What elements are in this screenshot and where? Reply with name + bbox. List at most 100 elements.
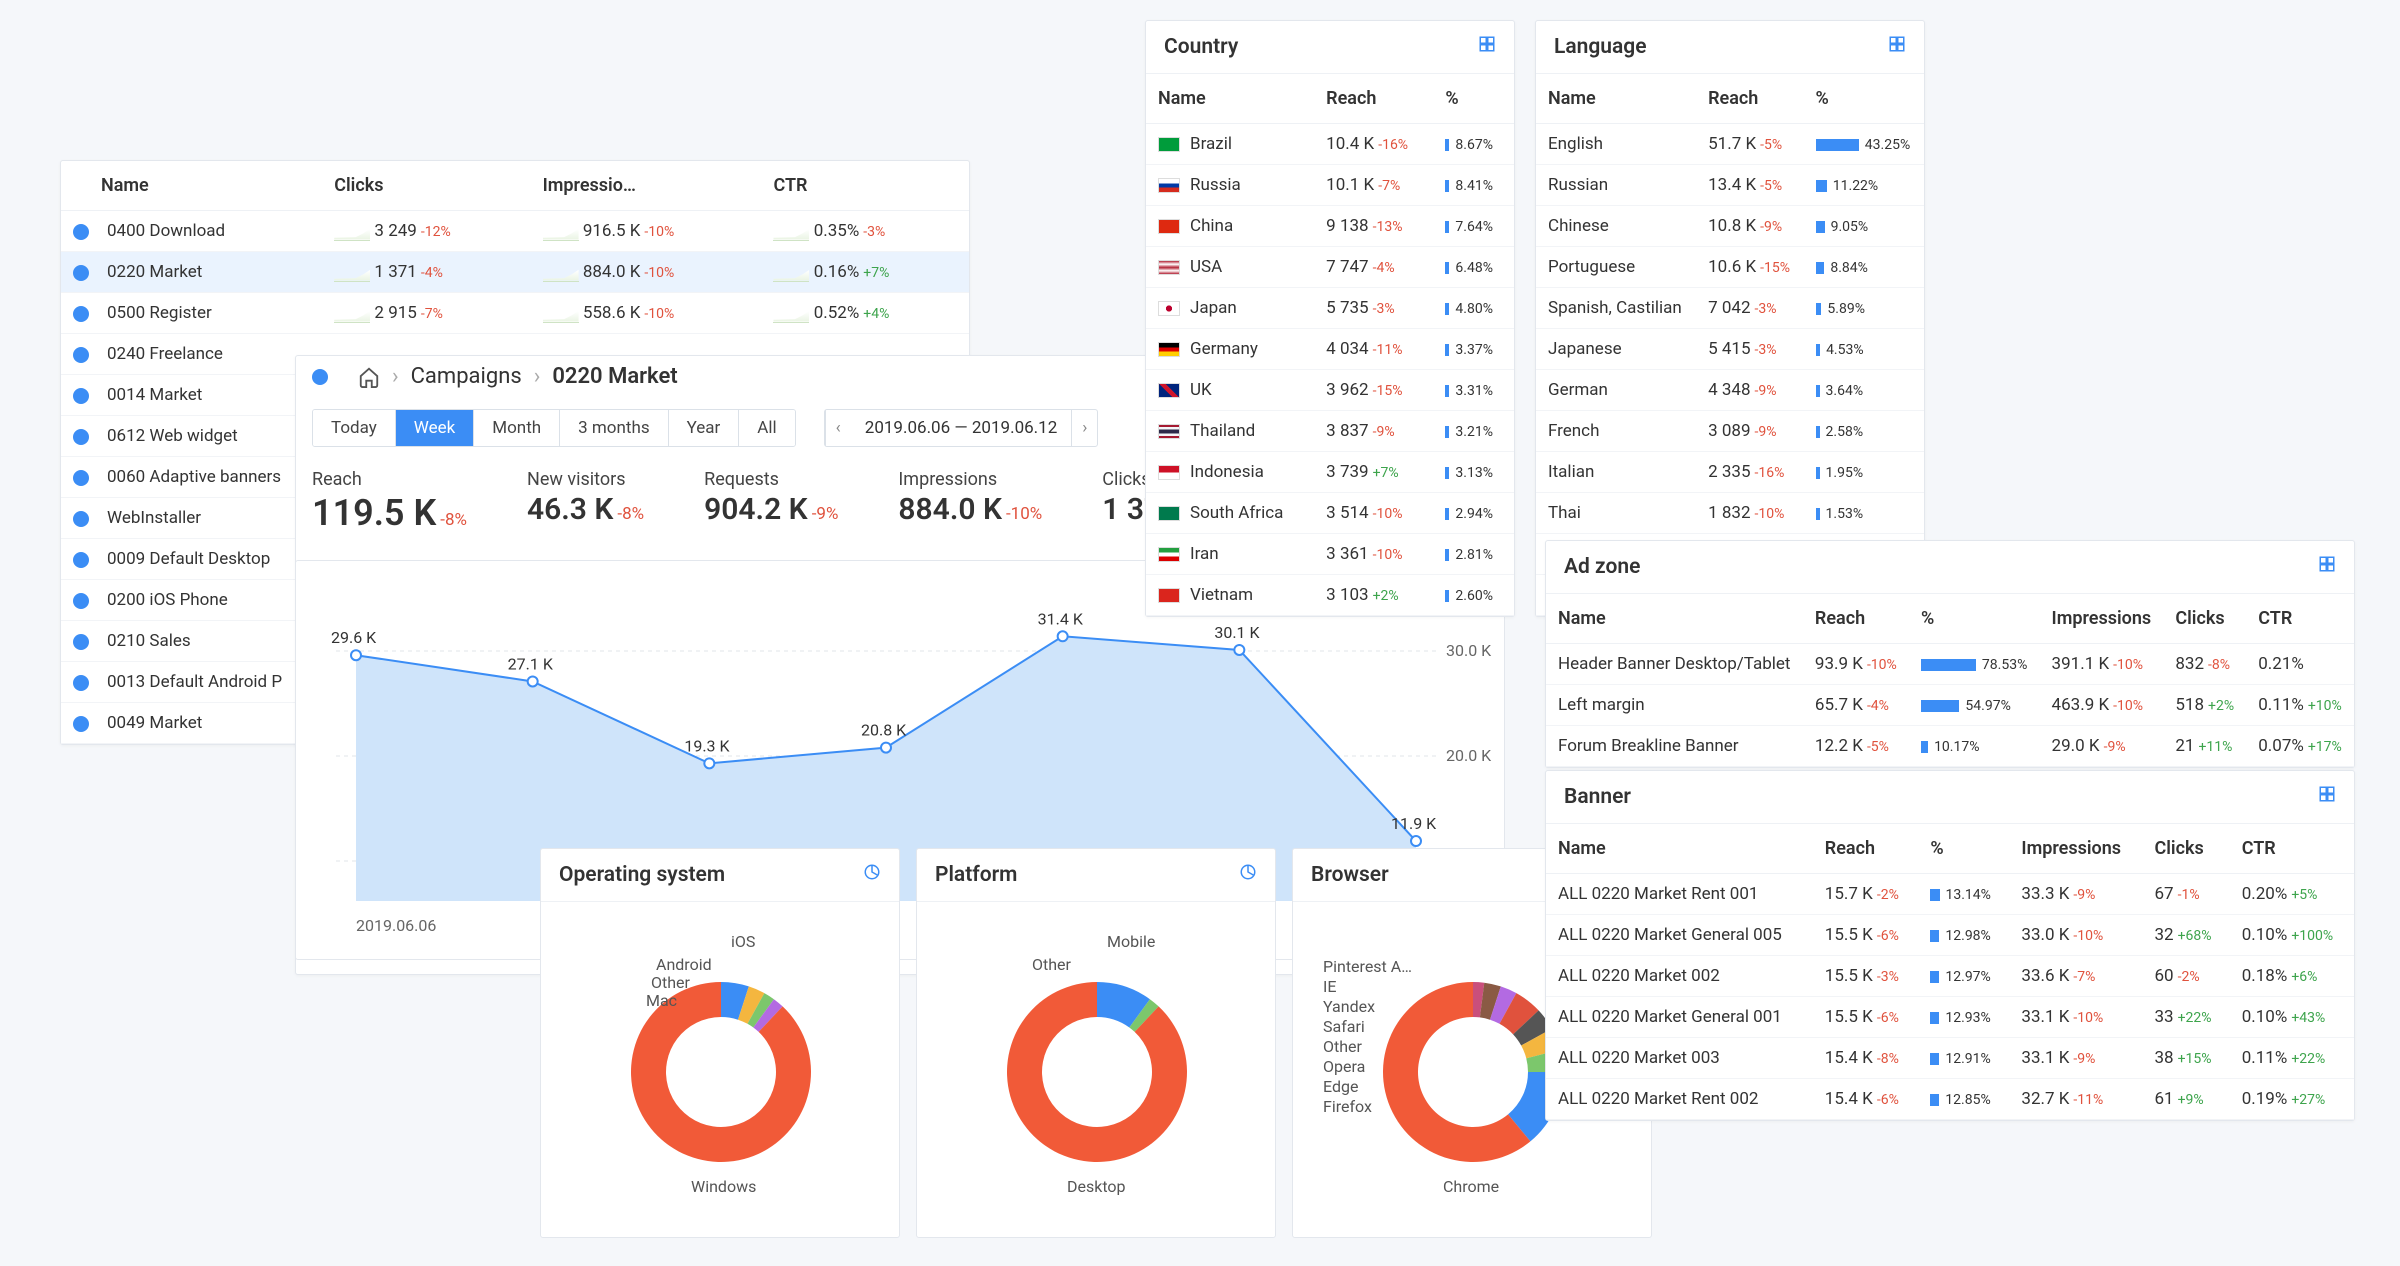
date-range-label: 2019.06.06 — 2019.06.12 [851,410,1072,446]
donut-label: Desktop [1067,1177,1126,1196]
status-dot [73,224,89,240]
panel-title: Banner [1564,785,1631,809]
col: Clicks [2163,594,2246,644]
table-row[interactable]: Spanish, Castilian 7 042-3% 5.89% [1536,288,1924,329]
table-row[interactable]: Chinese 10.8 K-9% 9.05% [1536,206,1924,247]
table-row[interactable]: USA 7 747-4% 6.48% [1146,247,1514,288]
grid-icon[interactable] [2318,555,2336,579]
table-row[interactable]: Iran 3 361-10% 2.81% [1146,534,1514,575]
data-point[interactable] [704,758,714,768]
table-row[interactable]: Japanese 5 415-3% 4.53% [1536,329,1924,370]
data-point[interactable] [881,743,891,753]
table-row[interactable]: 0220 Market 1 371-4% 884.0 K-10% 0.16%+7… [61,252,969,293]
tab-week[interactable]: Week [396,410,474,446]
table-row[interactable]: Left margin 65.7 K-4% 54.97% 463.9 K-10%… [1546,685,2354,726]
donut-label: Yandex [1323,997,1375,1016]
table-row[interactable]: ALL 0220 Market Rent 002 15.4 K-6% 12.85… [1546,1079,2354,1120]
flag-icon [1158,465,1180,480]
status-dot [73,388,89,404]
date-range-picker[interactable]: ‹ 2019.06.06 — 2019.06.12 › [824,409,1099,447]
grid-icon[interactable] [1478,35,1496,59]
donut-label: Safari [1323,1017,1365,1036]
table-row[interactable]: Brazil 10.4 K-16% 8.67% [1146,124,1514,165]
donut-label: Other [1032,955,1072,974]
pie-icon[interactable] [863,863,881,887]
table-row[interactable]: Portuguese 10.6 K-15% 8.84% [1536,247,1924,288]
ytick: 30.0 K [1446,641,1492,660]
flag-icon [1158,547,1180,562]
table-row[interactable]: Italian 2 335-16% 1.95% [1536,452,1924,493]
tab-today[interactable]: Today [313,410,396,446]
breadcrumb-current: 0220 Market [552,364,677,389]
table-row[interactable]: Header Banner Desktop/Tablet 93.9 K-10% … [1546,644,2354,685]
col: Reach [1813,824,1919,874]
table-row[interactable]: Germany 4 034-11% 3.37% [1146,329,1514,370]
status-dot [73,265,89,281]
pie-icon[interactable] [1239,863,1257,887]
grid-icon[interactable] [2318,785,2336,809]
banner-panel: Banner NameReach%ImpressionsClicksCTRALL… [1545,770,2355,1121]
table-row[interactable]: 0500 Register 2 915-7% 558.6 K-10% 0.52%… [61,293,969,334]
data-point[interactable] [1058,631,1068,641]
tab-all[interactable]: All [739,410,794,446]
flag-icon [1158,137,1180,152]
chevron-icon: › [534,364,541,389]
table-row[interactable]: Forum Breakline Banner 12.2 K-5% 10.17% … [1546,726,2354,767]
time-range-tabs: TodayWeekMonth3 monthsYearAll [312,409,796,447]
table-row[interactable]: Russian 13.4 K-5% 11.22% [1536,165,1924,206]
data-label: 19.3 K [684,736,730,755]
panel-title: Country [1164,35,1238,59]
status-dot [312,369,328,385]
donut-slice[interactable] [1007,982,1187,1162]
adzone-panel: Ad zone NameReach%ImpressionsClicksCTRHe… [1545,540,2355,768]
kpi-new-visitors: New visitors46.3 K-8% [527,469,644,534]
table-row[interactable]: English 51.7 K-5% 43.25% [1536,124,1924,165]
table-row[interactable]: UK 3 962-15% 3.31% [1146,370,1514,411]
status-dot [73,716,89,732]
col: Impressions [2009,824,2142,874]
data-point[interactable] [1411,836,1421,846]
col: % [1433,74,1514,124]
panel-title: Language [1554,35,1647,59]
col: CTR [2246,594,2354,644]
breadcrumb-root[interactable]: Campaigns [411,364,522,389]
table-row[interactable]: ALL 0220 Market 002 15.5 K-3% 12.97% 33.… [1546,956,2354,997]
donut-label: Mobile [1107,932,1155,951]
table-row[interactable]: Russia 10.1 K-7% 8.41% [1146,165,1514,206]
data-point[interactable] [351,650,361,660]
tab-month[interactable]: Month [474,410,560,446]
next-range-button[interactable]: › [1071,410,1097,446]
table-row[interactable]: Thailand 3 837-9% 3.21% [1146,411,1514,452]
flag-icon [1158,301,1180,316]
table-row[interactable]: Thai 1 832-10% 1.53% [1536,493,1924,534]
home-icon[interactable] [358,366,380,388]
table-row[interactable]: Vietnam 3 103+2% 2.60% [1146,575,1514,616]
table-row[interactable]: ALL 0220 Market 003 15.4 K-8% 12.91% 33.… [1546,1038,2354,1079]
table-row[interactable]: ALL 0220 Market General 001 15.5 K-6% 12… [1546,997,2354,1038]
col-impr: Impressio… [531,161,762,211]
table-row[interactable]: Indonesia 3 739+7% 3.13% [1146,452,1514,493]
table-row[interactable]: 0400 Download 3 249-12% 916.5 K-10% 0.35… [61,211,969,252]
table-row[interactable]: ALL 0220 Market Rent 001 15.7 K-2% 13.14… [1546,874,2354,915]
tab-year[interactable]: Year [669,410,740,446]
col-ctr: CTR [761,161,969,211]
table-row[interactable]: South Africa 3 514-10% 2.94% [1146,493,1514,534]
data-point[interactable] [1234,645,1244,655]
donut-label: Mac [646,991,677,1010]
grid-icon[interactable] [1888,35,1906,59]
data-label: 11.9 K [1391,814,1437,833]
status-dot [73,429,89,445]
table-row[interactable]: China 9 138-13% 7.64% [1146,206,1514,247]
table-row[interactable]: German 4 348-9% 3.64% [1536,370,1924,411]
data-point[interactable] [528,676,538,686]
prev-range-button[interactable]: ‹ [825,410,851,446]
panel-title: Ad zone [1564,555,1640,579]
table-row[interactable]: Japan 5 735-3% 4.80% [1146,288,1514,329]
table-row[interactable]: ALL 0220 Market General 005 15.5 K-6% 12… [1546,915,2354,956]
table-row[interactable]: French 3 089-9% 2.58% [1536,411,1924,452]
tab-3-months[interactable]: 3 months [560,410,668,446]
col: Name [1536,74,1696,124]
status-dot [73,306,89,322]
col: Reach [1803,594,1909,644]
kpi-reach: Reach119.5 K-8% [312,469,467,534]
